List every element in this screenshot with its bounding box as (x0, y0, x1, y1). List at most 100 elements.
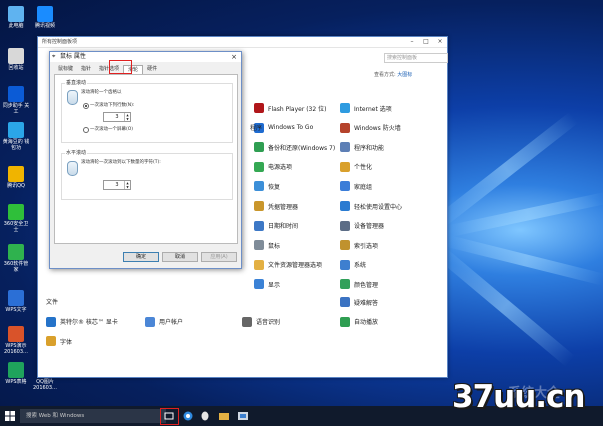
control-panel-item-label: 显示 (268, 281, 281, 289)
control-panel-item[interactable]: 程序和功能 (340, 142, 385, 153)
control-panel-item[interactable]: 系统 (340, 259, 367, 270)
control-panel-item-label: 备份和还原(Windows 7) (268, 144, 336, 152)
desktop-icon[interactable]: WPS文字 (2, 290, 30, 313)
folder-icon[interactable] (219, 411, 229, 421)
control-panel-item-label: 程序和功能 (354, 144, 385, 152)
radio-lines[interactable] (83, 103, 89, 109)
desktop-icon[interactable]: 回收站 (2, 48, 30, 71)
control-panel-item[interactable]: 语音识别 (242, 316, 281, 327)
horizontal-desc: 滚动滑轮一次滚动到以下数量的字符(T): (81, 160, 161, 165)
control-panel-item[interactable]: 疑难解答 (340, 297, 378, 307)
control-panel-item[interactable]: 备份和还原(Windows 7) (254, 142, 336, 153)
lines-value: 3 (115, 114, 119, 120)
control-panel-item[interactable]: Flash Player (32 位) (254, 103, 326, 113)
homegroup-icon (340, 181, 350, 192)
control-panel-item-label: 恢复 (268, 183, 281, 191)
desktop-icon[interactable]: 黄海豆的 钱包功 (2, 122, 30, 151)
partial-item[interactable]: 文件 (46, 297, 58, 306)
desktop-icon[interactable]: 360软件管家 (2, 244, 30, 273)
search-input[interactable]: 搜索控制面板 (384, 53, 448, 63)
flash-icon (254, 103, 264, 113)
control-panel-item[interactable]: Windows To Go (254, 122, 314, 133)
ok-button[interactable]: 确定 (123, 252, 159, 262)
stepper-arrows-icon[interactable]: ▲ ▼ (124, 181, 130, 189)
control-panel-item[interactable]: Windows 防火墙 (340, 122, 401, 133)
wheel-icon (67, 161, 78, 176)
desktop-icon[interactable]: WPS表格 (2, 362, 30, 385)
view-by[interactable]: 查看方式: 大图标 (374, 71, 412, 78)
control-panel-item-label: 字体 (60, 338, 73, 346)
control-panel-item[interactable]: 凭据管理器 (254, 201, 298, 211)
control-panel-item-label: 设备管理器 (354, 223, 385, 231)
control-panel-item[interactable]: 字体 (46, 336, 73, 347)
control-panel-item[interactable]: 文件资源管理器选项 (254, 259, 322, 270)
desktop-icon-label: 腾讯QQ (7, 183, 25, 189)
font-icon (46, 336, 56, 347)
app-icon (8, 244, 24, 260)
radio-screen[interactable] (83, 127, 89, 133)
view-by-value[interactable]: 大图标 (397, 72, 412, 78)
minimize-icon[interactable]: – (405, 37, 419, 47)
highlight-box (109, 60, 132, 74)
close-icon[interactable]: × (433, 37, 447, 47)
control-panel-item[interactable]: 个性化 (340, 161, 373, 172)
lines-stepper[interactable]: 3 ▲ ▼ (103, 112, 131, 122)
control-panel-item[interactable]: 鼠标 (254, 240, 280, 251)
chars-stepper[interactable]: 3 ▲ ▼ (103, 180, 131, 190)
control-panel-item-label: 语音识别 (256, 319, 281, 327)
backup-icon (254, 142, 264, 153)
desktop-icon[interactable]: 腾讯QQ (2, 166, 30, 189)
control-panel-item[interactable]: 颜色管理 (340, 279, 378, 290)
control-panel-item-label: Windows To Go (268, 124, 314, 132)
radio-screen-label: 一次滚动一个屏幕(O) (90, 127, 134, 132)
tab-buttons[interactable]: 鼠标键 (54, 65, 77, 74)
control-panel-item[interactable]: 显示 (254, 279, 281, 290)
horizontal-scroll-label: 水平滚动 (65, 149, 88, 156)
start-icon[interactable] (5, 411, 15, 421)
control-panel-item[interactable]: 设备管理器 (340, 220, 385, 231)
browser-icon[interactable] (183, 411, 193, 421)
control-panel-item-label: 系统 (354, 262, 367, 270)
vertical-desc: 滚动滑轮一个齿格以 (81, 90, 122, 95)
qq-icon[interactable] (200, 411, 210, 421)
desktop-icon-label: 同步助手 关工 (2, 103, 30, 115)
close-icon[interactable]: × (231, 52, 237, 62)
control-panel-item[interactable]: Internet 选项 (340, 103, 392, 113)
autoplay-icon (340, 316, 350, 327)
control-panel-item[interactable]: 日期和时间 (254, 220, 298, 231)
tab-pointers[interactable]: 指针 (77, 65, 95, 74)
wheel-panel: 垂直滚动 滚动滑轮一个齿格以 一次滚动下列行数(N): 3 ▲ ▼ 一次滚动一个屏… (54, 74, 238, 244)
user-icon (145, 316, 155, 327)
taskbar-search[interactable]: 搜索 Web 和 Windows (20, 409, 166, 423)
apply-button[interactable]: 应用(A) (201, 252, 237, 262)
partial-item-label: 文件 (46, 299, 59, 306)
clock-icon (254, 220, 264, 231)
desktop-icon[interactable]: 360安全卫士 (2, 204, 30, 233)
control-panel-item[interactable]: 电源选项 (254, 161, 292, 172)
cancel-button[interactable]: 取消 (162, 252, 198, 262)
dialog-title-bar: ⌖ 鼠标 属性 × (50, 52, 241, 62)
desktop-icon[interactable]: 此电脑 (2, 6, 30, 29)
control-panel-item[interactable]: 恢复 (254, 181, 281, 192)
desktop-icon[interactable]: WPS演示 201603… (2, 326, 30, 355)
window-title: 所有控制面板项 (38, 37, 447, 48)
control-panel-item[interactable]: 家庭组 (340, 181, 372, 192)
control-panel-item-label: 个性化 (354, 164, 373, 172)
control-panel-item-label: 自动播放 (354, 319, 379, 327)
control-panel-item[interactable]: 用户帐户 (145, 316, 184, 327)
desktop-icon[interactable]: 腾讯视频 (31, 6, 59, 29)
stepper-arrows-icon[interactable]: ▲ ▼ (124, 113, 130, 121)
desktop-icon[interactable]: 同步助手 关工 (2, 86, 30, 115)
control-panel-item-label: 用户帐户 (159, 319, 184, 327)
display-icon (254, 279, 264, 290)
desktop-icon-label: 回收站 (8, 65, 24, 71)
control-panel-item[interactable]: 英特尔® 核芯™ 显卡 (46, 316, 118, 327)
control-panel-item[interactable]: 自动播放 (340, 316, 379, 327)
partial-item[interactable]: 程序 (250, 123, 262, 132)
maximize-icon[interactable]: □ (419, 37, 433, 47)
control-panel-item[interactable]: 索引选项 (340, 240, 378, 251)
control-panel-icon[interactable] (238, 411, 248, 421)
control-panel-item[interactable]: 轻松使用设置中心 (340, 201, 402, 211)
mouse-properties-dialog[interactable]: ⌖ 鼠标 属性 × 鼠标键 指针 指针选项 滑轮 硬件 垂直滚动 滚动滑轮一个齿… (49, 51, 242, 269)
tab-hardware[interactable]: 硬件 (143, 65, 161, 74)
